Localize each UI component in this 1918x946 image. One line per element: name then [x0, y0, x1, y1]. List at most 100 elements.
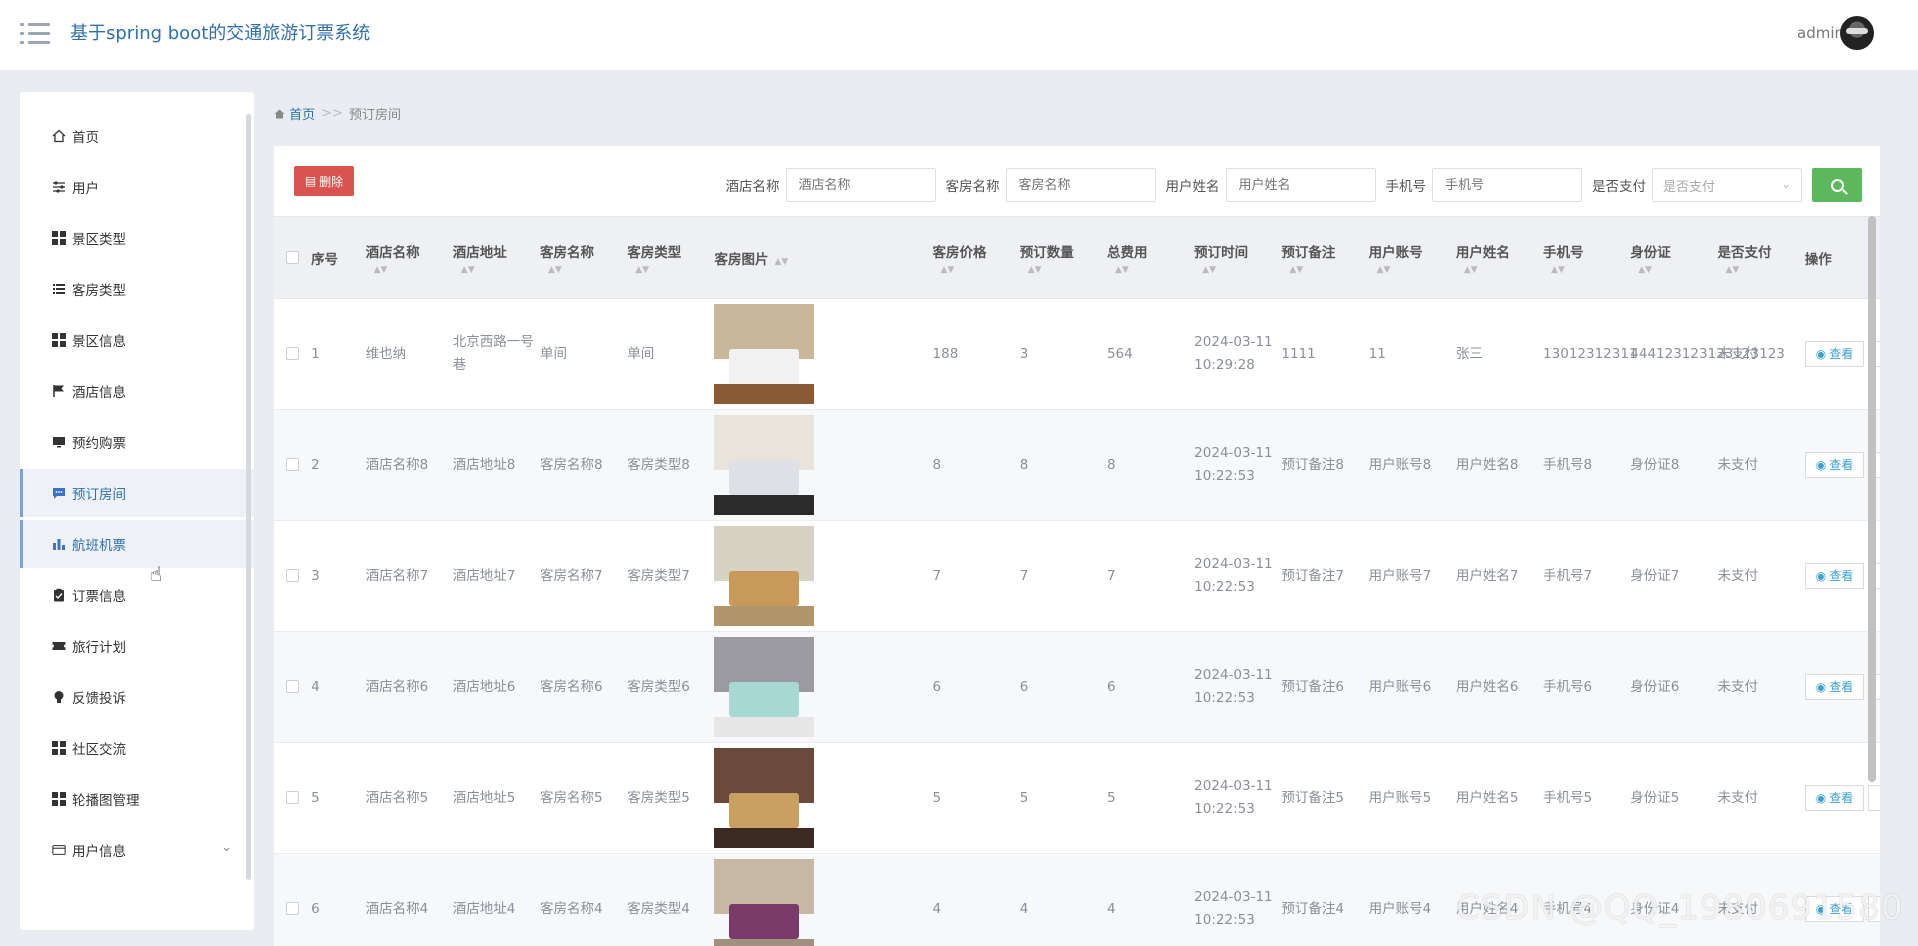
account-cell: 用户账号6 [1368, 631, 1456, 743]
col-header[interactable]: 客房图片 ▲▼ [714, 216, 933, 299]
room-image-cell [714, 409, 933, 521]
sidebar-item-users[interactable]: 用户 [20, 163, 254, 211]
view-button[interactable]: ◉ 查看 [1804, 563, 1865, 589]
row-checkbox[interactable] [286, 680, 300, 693]
table-row[interactable]: 1 维也纳 北京西路一号巷 单间 单间 188 3 564 2024-03-11… [274, 298, 1880, 410]
col-header[interactable]: 预订备注 ▲▼ [1281, 216, 1369, 299]
edit-icon: ✎ [1879, 565, 1880, 588]
avatar[interactable] [1840, 16, 1874, 50]
select-all-checkbox-cell[interactable] [274, 216, 312, 299]
sliders-icon [52, 180, 66, 194]
sidebar-item-community[interactable]: 社区交流 [20, 724, 254, 772]
room-image[interactable] [714, 637, 815, 737]
sidebar-item-travel-plan[interactable]: 旅行计划 [20, 622, 254, 670]
row-index: 4 [311, 631, 366, 743]
sidebar-item-scenic-info[interactable]: 景区信息 [20, 316, 254, 364]
table-row[interactable]: 5 酒店名称5 酒店地址5 客房名称5 客房类型5 5 5 5 2024-03-… [274, 742, 1880, 854]
col-header[interactable]: 酒店地址 ▲▼ [452, 216, 541, 299]
view-button[interactable]: ◉ 查看 [1804, 674, 1865, 700]
breadcrumb-home[interactable]: 首页 [274, 104, 315, 123]
sidebar-item-home[interactable]: 首页 [20, 112, 254, 160]
col-header[interactable]: 客房名称 ▲▼ [540, 216, 628, 299]
row-checkbox[interactable] [286, 569, 300, 582]
sidebar-item-room-type[interactable]: 客房类型 [20, 265, 254, 313]
sidebar-item-feedback[interactable]: 反馈投诉 [20, 673, 254, 721]
trash-icon: ▤ [304, 174, 317, 188]
col-header[interactable]: 客房类型 ▲▼ [627, 216, 715, 299]
app-title: 基于spring boot的交通旅游订票系统 [70, 23, 371, 44]
hotel-name-input[interactable] [785, 168, 936, 202]
sidebar-item-room-booking[interactable]: 预订房间 [20, 469, 254, 517]
room-image-cell [714, 853, 933, 946]
sidebar-item-label: 社区交流 [72, 742, 126, 758]
edit-icon: ✎ [1879, 454, 1880, 477]
room-image[interactable] [714, 526, 815, 626]
sidebar-item-carousel[interactable]: 轮播图管理 [20, 775, 254, 823]
col-header[interactable]: 客房价格 ▲▼ [932, 216, 1020, 299]
clipboard-icon [52, 588, 66, 602]
col-header[interactable]: 用户姓名 ▲▼ [1455, 216, 1544, 299]
phone-input[interactable] [1432, 168, 1582, 202]
paid-select[interactable]: 是否支付 ⌄ [1652, 168, 1802, 202]
hotel-name-cell: 维也纳 [365, 298, 453, 410]
sidebar-item-ticket-booking[interactable]: 预约购票 [20, 418, 254, 466]
sidebar-item-label: 首页 [72, 130, 99, 146]
table-row[interactable]: 3 酒店名称7 酒店地址7 客房名称7 客房类型7 7 7 7 2024-03-… [274, 520, 1880, 632]
col-header[interactable]: 手机号 ▲▼ [1543, 216, 1631, 299]
view-button[interactable]: ◉ 查看 [1804, 785, 1865, 811]
col-header[interactable]: 预订数量 ▲▼ [1019, 216, 1107, 299]
sidebar-item-scenic-type[interactable]: 景区类型 [20, 214, 254, 262]
edit-button[interactable]: ✎修改 [1868, 785, 1880, 811]
table-row[interactable]: 2 酒店名称8 酒店地址8 客房名称8 客房类型8 8 8 8 2024-03-… [274, 409, 1880, 521]
sidebar-scrollbar[interactable] [246, 114, 251, 880]
room-name-input[interactable] [1005, 168, 1156, 202]
room-image[interactable] [714, 415, 815, 515]
username[interactable]: admin [1797, 24, 1844, 42]
total-cell: 5 [1106, 742, 1195, 854]
sort-icon: ▲▼ [1638, 264, 1653, 275]
page-scrollbar[interactable] [1868, 216, 1876, 782]
room-image[interactable] [714, 748, 815, 848]
user-name-input[interactable] [1225, 168, 1376, 202]
phone-cell: 手机号7 [1543, 520, 1631, 632]
sidebar-item-hotel-info[interactable]: 酒店信息 [20, 367, 254, 415]
room-image[interactable] [714, 304, 815, 404]
col-header[interactable]: 用户账号 ▲▼ [1368, 216, 1456, 299]
id-card-cell: 身份证5 [1630, 742, 1718, 854]
booking-time-cell: 2024-03-11 10:22:53 [1194, 853, 1282, 946]
row-checkbox[interactable] [286, 791, 300, 804]
paid-status-cell: 未支付 [1717, 409, 1805, 521]
sidebar-item-flight-ticket[interactable]: 航班机票 [20, 520, 254, 568]
row-checkbox[interactable] [286, 347, 300, 360]
row-index: 6 [311, 853, 366, 946]
hotel-name-cell: 酒店名称6 [365, 631, 453, 743]
sidebar-item-user-info[interactable]: 用户信息 ⌄ [20, 826, 254, 874]
select-all-checkbox[interactable] [286, 251, 300, 264]
row-checkbox[interactable] [286, 458, 300, 471]
table-row[interactable]: 4 酒店名称6 酒店地址6 客房名称6 客房类型6 6 6 6 2024-03-… [274, 631, 1880, 743]
col-header[interactable]: 预订时间 ▲▼ [1194, 216, 1282, 299]
room-image[interactable] [714, 859, 815, 946]
sort-icon: ▲▼ [940, 264, 955, 275]
flag-icon [52, 384, 66, 398]
eye-icon: ◉ [1815, 457, 1827, 472]
view-button[interactable]: ◉ 查看 [1804, 452, 1865, 478]
hotel-address-cell: 酒店地址8 [452, 409, 541, 521]
account-cell: 用户账号5 [1368, 742, 1456, 854]
top-bar: 基于spring boot的交通旅游订票系统 admin [0, 0, 1918, 70]
view-button[interactable]: ◉ 查看 [1804, 341, 1865, 367]
col-header[interactable]: 是否支付 ▲▼ [1717, 216, 1805, 299]
col-header[interactable]: 总费用 ▲▼ [1106, 216, 1195, 299]
eye-icon: ◉ [1815, 790, 1827, 805]
col-header[interactable]: 身份证 ▲▼ [1630, 216, 1718, 299]
booking-time-cell: 2024-03-11 10:22:53 [1194, 409, 1282, 521]
room-name-cell: 客房名称5 [540, 742, 628, 854]
sidebar-item-order-info[interactable]: 订票信息 [20, 571, 254, 619]
row-checkbox[interactable] [286, 902, 300, 915]
batch-delete-button[interactable]: ▤ 删除 [294, 166, 354, 196]
sidebar-item-label: 客房类型 [72, 283, 126, 299]
menu-toggle-icon[interactable] [20, 20, 50, 48]
col-header[interactable]: 酒店名称 ▲▼ [365, 216, 453, 299]
phone-cell: 手机号8 [1543, 409, 1631, 521]
search-button[interactable] [1812, 168, 1862, 202]
